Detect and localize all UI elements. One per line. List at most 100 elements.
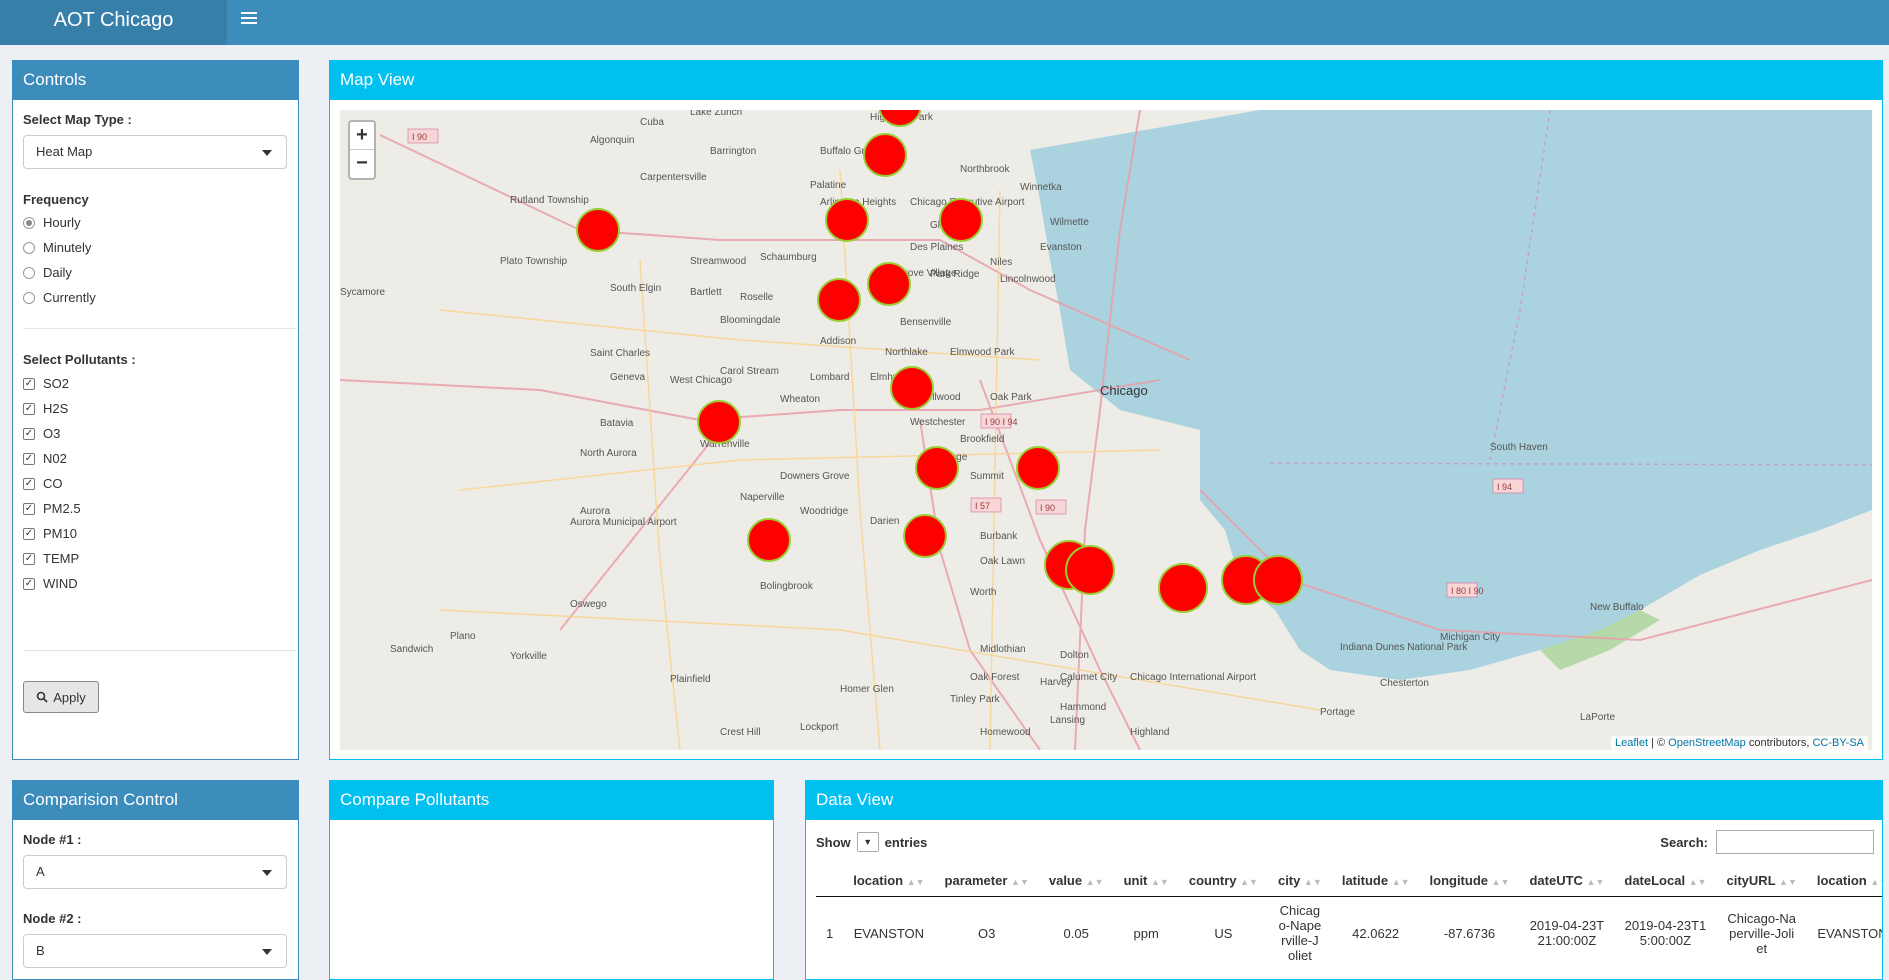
zoom-out-button[interactable]: −	[350, 150, 374, 178]
node1-select[interactable]: A	[23, 855, 287, 889]
place-label: Bolingbrook	[760, 581, 814, 592]
pollutant-option-o3[interactable]: ✓ O3	[23, 426, 60, 441]
checkbox[interactable]: ✓	[23, 502, 35, 515]
sort-icon: ▲▼	[1870, 877, 1882, 887]
frequency-option-hourly[interactable]: Hourly	[23, 215, 81, 230]
sensor-marker[interactable]	[915, 446, 959, 490]
license-link[interactable]: CC-BY-SA	[1812, 737, 1864, 749]
place-label: Homer Glen	[840, 684, 894, 695]
zoom-in-button[interactable]: +	[350, 122, 374, 150]
place-label: Oak Lawn	[980, 556, 1025, 567]
column-header[interactable]: longitude ▲▼	[1419, 865, 1520, 897]
pollutant-option-pm25[interactable]: ✓ PM2.5	[23, 501, 81, 516]
place-label: Yorkville	[510, 651, 547, 662]
column-header[interactable]: unit ▲▼	[1113, 865, 1179, 897]
sensor-marker[interactable]	[817, 278, 861, 322]
column-header[interactable]	[816, 865, 844, 897]
column-header[interactable]: cityURL ▲▼	[1716, 865, 1807, 897]
place-label: Plainfield	[670, 674, 711, 685]
radio-button[interactable]	[23, 241, 35, 254]
sensor-marker[interactable]	[1016, 446, 1060, 490]
sensor-marker[interactable]	[867, 262, 911, 306]
osm-link[interactable]: OpenStreetMap	[1668, 737, 1746, 749]
sensor-marker[interactable]	[747, 518, 791, 562]
column-header[interactable]: city ▲▼	[1267, 865, 1332, 897]
column-header[interactable]: dateLocal ▲▼	[1614, 865, 1717, 897]
sensor-marker[interactable]	[1065, 545, 1115, 595]
place-label: Batavia	[600, 418, 634, 429]
pollutant-option-so2[interactable]: ✓ SO2	[23, 376, 69, 391]
place-label: Bartlett	[690, 287, 722, 298]
leaflet-link[interactable]: Leaflet	[1615, 737, 1648, 749]
sensor-marker[interactable]	[939, 198, 983, 242]
table-cell: EVANSTON	[853, 925, 925, 941]
entries-select[interactable]: ▼	[856, 832, 879, 852]
checkbox[interactable]: ✓	[23, 527, 35, 540]
sidebar-toggle-icon[interactable]	[241, 10, 257, 24]
pollutant-option-wind[interactable]: ✓ WIND	[23, 576, 78, 591]
column-header[interactable]: location ▲▼	[1806, 865, 1882, 897]
search-icon	[36, 691, 48, 703]
pollutant-option-temp[interactable]: ✓ TEMP	[23, 551, 79, 566]
app-logo[interactable]: AOT Chicago	[0, 0, 227, 45]
table-cell: US	[1214, 925, 1233, 941]
radio-button[interactable]	[23, 216, 35, 229]
highway-label: I 90	[412, 132, 427, 142]
place-label: Winnetka	[1020, 182, 1062, 193]
apply-label: Apply	[53, 689, 86, 705]
checkbox[interactable]: ✓	[23, 427, 35, 440]
map-type-select[interactable]: Heat Map	[23, 135, 287, 169]
column-header[interactable]: dateUTC ▲▼	[1519, 865, 1615, 897]
comparison-control-panel: Comparision Control Node #1 : A Node #2 …	[12, 780, 299, 980]
chevron-down-icon	[262, 150, 272, 156]
place-label: Tinley Park	[950, 694, 1001, 705]
checkbox[interactable]: ✓	[23, 477, 35, 490]
checkbox[interactable]: ✓	[23, 452, 35, 465]
pollutant-option-co[interactable]: ✓ CO	[23, 476, 63, 491]
zoom-control: + −	[348, 120, 376, 180]
sensor-marker[interactable]	[863, 133, 907, 177]
place-label: Algonquin	[590, 135, 634, 146]
sensor-marker[interactable]	[697, 400, 741, 444]
column-header[interactable]: country ▲▼	[1178, 865, 1268, 897]
place-label: South Haven	[1490, 442, 1548, 453]
node2-select[interactable]: B	[23, 934, 287, 968]
table-row[interactable]: 1 EVANSTON O3 0.05 ppm US Chicago-Naperville-J…	[816, 897, 1883, 970]
table-search-input[interactable]	[1716, 830, 1874, 854]
checkbox[interactable]: ✓	[23, 577, 35, 590]
frequency-option-daily[interactable]: Daily	[23, 265, 72, 280]
sensor-marker[interactable]	[576, 208, 620, 252]
apply-button[interactable]: Apply	[23, 681, 99, 713]
table-cell: Chicago-Naperville-Joliet	[1727, 910, 1797, 956]
compare-pollutants-title: Compare Pollutants	[330, 780, 773, 820]
place-label: LaPorte	[1580, 712, 1615, 723]
checkbox[interactable]: ✓	[23, 402, 35, 415]
frequency-option-minutely[interactable]: Minutely	[23, 240, 91, 255]
pollutant-option-n02[interactable]: ✓ N02	[23, 451, 67, 466]
checkbox[interactable]: ✓	[23, 377, 35, 390]
place-label: Plato Township	[500, 256, 568, 267]
column-header[interactable]: latitude ▲▼	[1331, 865, 1420, 897]
column-header[interactable]: location ▲▼	[843, 865, 935, 897]
sensor-marker[interactable]	[903, 514, 947, 558]
sensor-marker[interactable]	[825, 198, 869, 242]
sensor-marker[interactable]	[890, 366, 934, 410]
frequency-option-currently[interactable]: Currently	[23, 290, 96, 305]
sensor-marker[interactable]	[1253, 555, 1303, 605]
pollutant-option-pm10[interactable]: ✓ PM10	[23, 526, 77, 541]
highway-label: I 57	[975, 501, 990, 511]
column-header[interactable]: value ▲▼	[1038, 865, 1114, 897]
table-cell: EVANSTON	[1817, 925, 1883, 941]
radio-button[interactable]	[23, 291, 35, 304]
pollutant-option-h2s[interactable]: ✓ H2S	[23, 401, 68, 416]
map-tiles[interactable]: Highland ParkCubaLake ZurichAlgonquinBar…	[340, 110, 1872, 750]
radio-button[interactable]	[23, 266, 35, 279]
table-cell: 1	[826, 925, 834, 941]
sensor-marker[interactable]	[1158, 563, 1208, 613]
checkbox[interactable]: ✓	[23, 552, 35, 565]
place-label: Sycamore	[340, 287, 385, 298]
place-label: Indiana Dunes National Park	[1340, 642, 1468, 653]
column-header[interactable]: parameter ▲▼	[934, 865, 1039, 897]
leaflet-map[interactable]: Highland ParkCubaLake ZurichAlgonquinBar…	[340, 110, 1872, 750]
table-cell: -87.6736	[1443, 925, 1496, 941]
